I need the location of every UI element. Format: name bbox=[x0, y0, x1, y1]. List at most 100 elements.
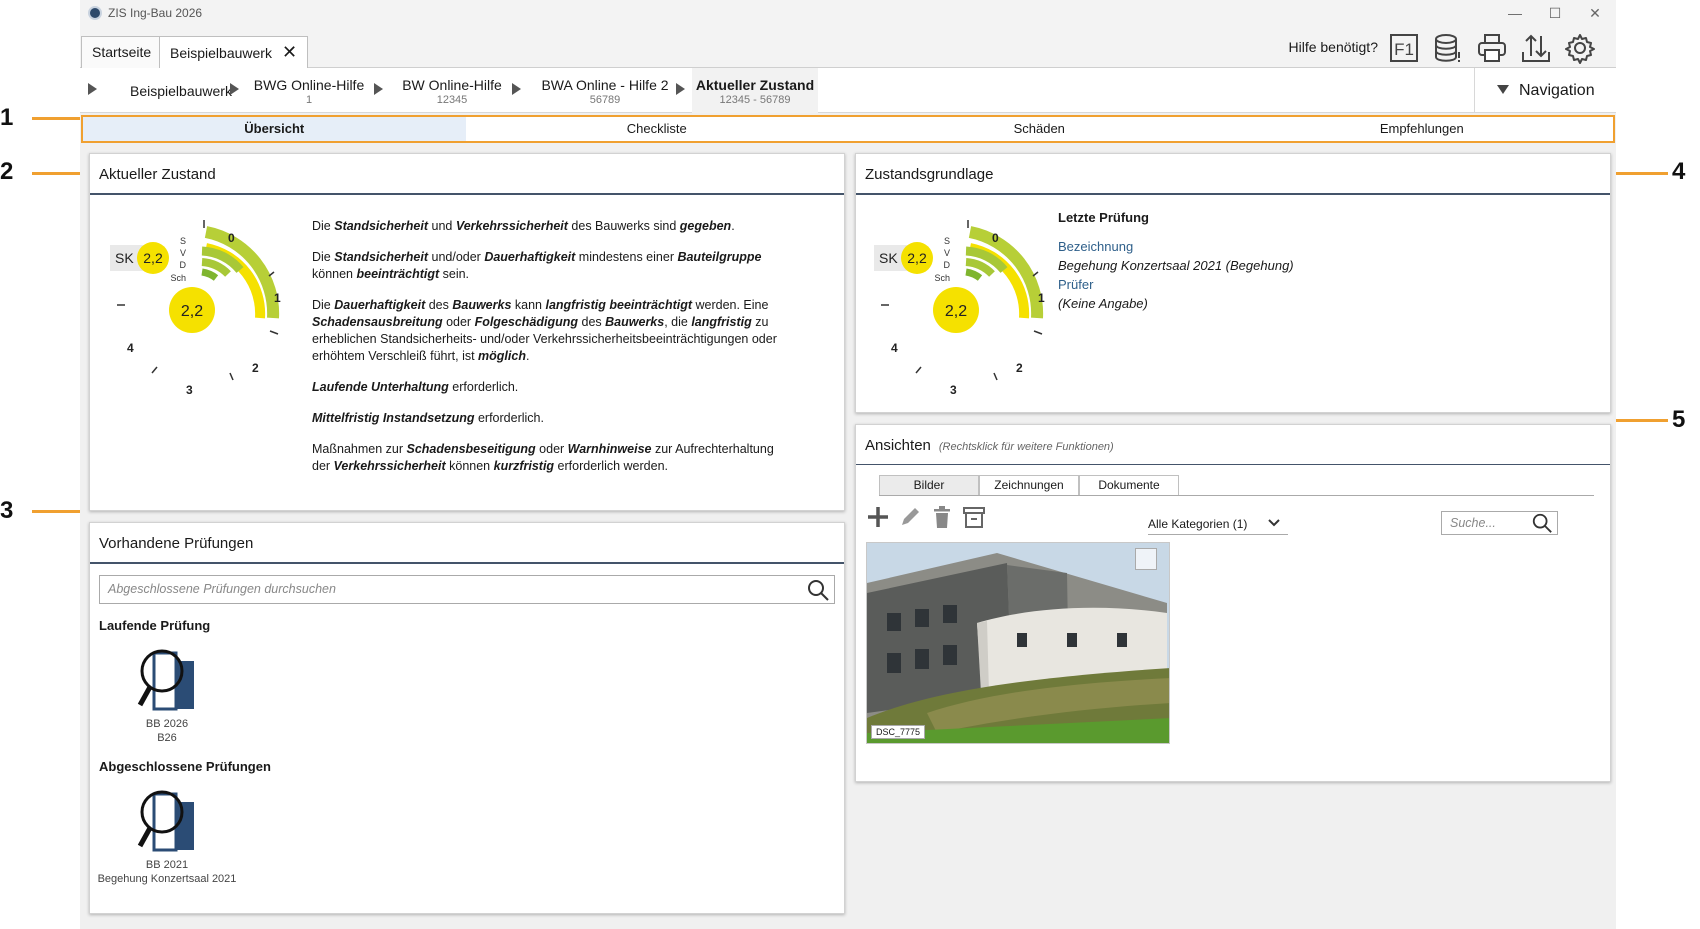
photo-select-checkbox[interactable] bbox=[1135, 548, 1157, 570]
ansichten-search-input[interactable]: Suche... bbox=[1441, 511, 1558, 535]
breadcrumb-sub: 12345 bbox=[436, 94, 468, 106]
breadcrumb-label: BWA Online - Hilfe 2 bbox=[541, 77, 669, 93]
annotation-line-1 bbox=[32, 117, 82, 120]
title-rule bbox=[90, 193, 844, 195]
breadcrumb-sub: 12345 - 56789 bbox=[719, 94, 791, 106]
app-logo-icon bbox=[88, 6, 102, 20]
maximize-button[interactable]: ☐ bbox=[1540, 2, 1570, 24]
tab-label: Beispielbauwerk bbox=[170, 45, 272, 61]
pruefer-label: Prüfer bbox=[1058, 277, 1094, 292]
panel-title: Aktueller Zustand bbox=[99, 166, 216, 183]
condition-gauge: SK 2,2 S V D Sch 2,2 0 1 2 3 4 bbox=[874, 220, 1045, 396]
sk-label: SK bbox=[879, 250, 898, 266]
category-filter-select[interactable]: Alle Kategorien (1) bbox=[1148, 517, 1281, 531]
search-icon[interactable] bbox=[806, 578, 830, 602]
settings-gear-icon[interactable] bbox=[1564, 32, 1596, 64]
document-tab-row: Startseite Beispielbauwerk ✕ Hilfe benöti… bbox=[80, 26, 1616, 69]
panel-title: Vorhandene Prüfungen bbox=[99, 535, 254, 552]
pruefung-code: Begehung Konzertsaal 2021 bbox=[97, 873, 237, 885]
pruefung-name: BB 2026 bbox=[145, 718, 189, 730]
archive-icon[interactable] bbox=[962, 505, 986, 529]
minimize-button[interactable]: — bbox=[1500, 2, 1530, 24]
scale-4: 4 bbox=[127, 341, 134, 355]
tab-schaeden[interactable]: Schäden bbox=[848, 117, 1231, 141]
scale-3: 3 bbox=[186, 383, 193, 396]
breadcrumb: Beispielbauwerk BWG Online-Hilfe 1 BW On… bbox=[80, 68, 1616, 113]
breadcrumb-label: BW Online-Hilfe bbox=[402, 77, 502, 93]
pruefung-code: B26 bbox=[157, 732, 177, 744]
center-value: 2,2 bbox=[181, 303, 203, 320]
panel-title: Zustandsgrundlage bbox=[865, 166, 994, 183]
delete-trash-icon[interactable] bbox=[930, 505, 954, 529]
scale-2: 2 bbox=[1016, 361, 1023, 375]
breadcrumb-arrow-icon bbox=[512, 83, 521, 95]
ansichten-title: Ansichten bbox=[865, 437, 931, 454]
scale-0: 0 bbox=[228, 231, 235, 245]
add-icon[interactable] bbox=[866, 505, 890, 529]
search-icon[interactable] bbox=[1531, 512, 1553, 534]
sk-value: 2,2 bbox=[143, 250, 163, 266]
building-inspection-icon bbox=[137, 790, 194, 852]
navigation-button[interactable]: Navigation bbox=[1474, 68, 1616, 113]
scale-0: 0 bbox=[992, 231, 999, 245]
annotation-3: 3 bbox=[0, 497, 14, 524]
tab-dokumente[interactable]: Dokumente bbox=[1079, 475, 1179, 495]
scale-1: 1 bbox=[274, 291, 281, 305]
breadcrumb-label: BWG Online-Hilfe bbox=[253, 77, 365, 93]
f1-label: F1 bbox=[1394, 40, 1414, 59]
pruefung-name: BB 2021 bbox=[145, 859, 189, 871]
pruefung-item-laufend[interactable]: BB 2026 B26 bbox=[92, 641, 242, 745]
ansichten-subtitle: (Rechtsklick für weitere Funktionen) bbox=[938, 441, 1114, 453]
print-icon[interactable] bbox=[1476, 32, 1508, 64]
laufende-heading: Laufende Prüfung bbox=[99, 618, 211, 633]
tab-zeichnungen[interactable]: Zeichnungen bbox=[979, 475, 1079, 495]
title-rule bbox=[856, 193, 1610, 195]
photo-thumbnail[interactable]: DSC_7775 bbox=[866, 542, 1170, 744]
arc-label-sch: Sch bbox=[934, 273, 950, 283]
arc-label-d: D bbox=[180, 260, 187, 270]
close-tab-icon[interactable]: ✕ bbox=[282, 42, 297, 62]
edit-pencil-icon[interactable] bbox=[898, 505, 922, 529]
close-window-button[interactable]: ✕ bbox=[1580, 2, 1610, 24]
panel-title: Ansichten (Rechtsklick für weitere Funkti… bbox=[865, 437, 1114, 454]
tab-beispielbauwerk[interactable]: Beispielbauwerk ✕ bbox=[159, 36, 309, 69]
breadcrumb-item-bw[interactable]: BW Online-Hilfe 12345 bbox=[392, 68, 512, 113]
tab-bilder[interactable]: Bilder bbox=[879, 475, 979, 495]
breadcrumb-arrow-icon bbox=[88, 83, 97, 95]
tab-uebersicht[interactable]: Übersicht bbox=[83, 117, 466, 141]
chevron-down-icon bbox=[1268, 519, 1280, 527]
condition-paragraph: Mittelfristig Instandsetzung erforderlic… bbox=[312, 411, 544, 425]
import-export-icon[interactable] bbox=[1520, 32, 1552, 64]
condition-paragraph: Maßnahmen zur Schadensbeseitigung oder W… bbox=[312, 442, 774, 473]
f1-help-icon[interactable]: F1 bbox=[1388, 32, 1420, 64]
scale-4: 4 bbox=[891, 341, 898, 355]
annotation-4: 4 bbox=[1672, 158, 1686, 185]
pruefungen-search-input[interactable]: Abgeschlossene Prüfungen durchsuchen bbox=[99, 575, 835, 604]
tabs-underline bbox=[879, 495, 1594, 496]
sk-value: 2,2 bbox=[907, 250, 927, 266]
pruefung-item-abgeschlossen[interactable]: BB 2021 Begehung Konzertsaal 2021 bbox=[92, 782, 242, 886]
tab-startseite[interactable]: Startseite bbox=[81, 36, 163, 68]
help-label: Hilfe benötigt? bbox=[1288, 39, 1378, 55]
breadcrumb-item-bwa[interactable]: BWA Online - Hilfe 2 56789 bbox=[530, 68, 680, 113]
search-placeholder: Abgeschlossene Prüfungen durchsuchen bbox=[108, 582, 336, 596]
scale-2: 2 bbox=[252, 361, 259, 375]
window-titlebar: ZIS Ing-Bau 2026 — ☐ ✕ bbox=[80, 0, 1616, 26]
annotation-1: 1 bbox=[0, 104, 14, 131]
arc-label-d: D bbox=[944, 260, 951, 270]
tab-label: Startseite bbox=[92, 44, 152, 60]
arc-label-sch: Sch bbox=[170, 273, 186, 283]
letzte-pruefung-info: Letzte Prüfung Bezeichnung Begehung Konz… bbox=[1058, 208, 1294, 313]
tab-checkliste[interactable]: Checkliste bbox=[466, 117, 849, 141]
tab-empfehlungen[interactable]: Empfehlungen bbox=[1231, 117, 1614, 141]
condition-gauge: SK 2,2 S V D Sch 2,2 0 1 2 3 4 bbox=[110, 220, 281, 396]
breadcrumb-item-bwg[interactable]: BWG Online-Hilfe 1 bbox=[248, 68, 370, 113]
database-icon[interactable] bbox=[1432, 32, 1464, 64]
breadcrumb-arrow-icon bbox=[230, 83, 239, 95]
arc-label-s: S bbox=[944, 236, 950, 246]
panel-ansichten: Ansichten (Rechtsklick für weitere Funkti… bbox=[855, 424, 1611, 782]
arc-label-v: V bbox=[944, 248, 950, 258]
breadcrumb-item-aktueller-zustand[interactable]: Aktueller Zustand 12345 - 56789 bbox=[692, 68, 818, 113]
breadcrumb-sub: 1 bbox=[305, 94, 313, 106]
breadcrumb-label: Aktueller Zustand bbox=[695, 77, 815, 93]
